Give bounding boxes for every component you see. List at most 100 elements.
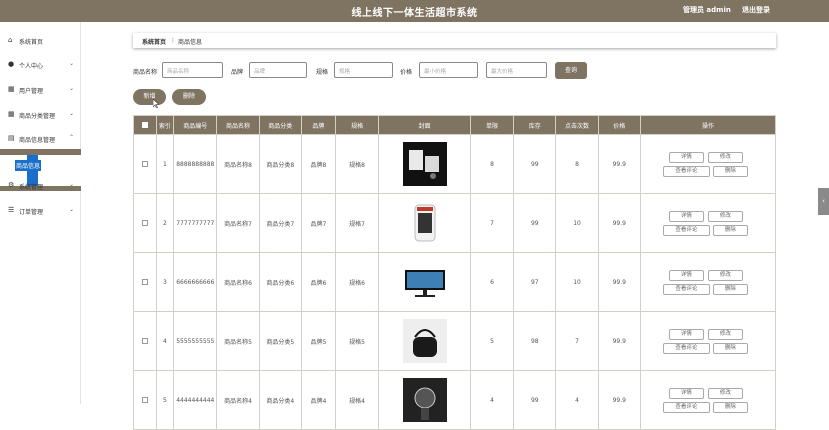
sidebar-item-profile[interactable]: ● 个人中心 ⌄ <box>0 53 81 75</box>
cell-code: 6666666666 <box>173 252 218 312</box>
sidebar-item-category[interactable]: ▦ 商品分类管理 ⌄ <box>0 103 81 125</box>
cell-price: 99.9 <box>597 134 641 194</box>
cell-ops: 详情 修改查看评论 删除 <box>639 252 777 312</box>
grid-icon: ▦ <box>8 110 15 118</box>
sidebar: ⌂ 系统首页 ● 个人中心 ⌄ ▦ 用户管理 ⌄ ▦ 商品分类管理 ⌄ ▤ 商品… <box>0 22 81 404</box>
sidebar-item-orders[interactable]: ☰ 订单管理 ⌄ <box>0 199 81 221</box>
cell-cover <box>378 370 471 430</box>
cell-cover <box>378 311 471 371</box>
max-price-input[interactable]: 最大价格 <box>486 62 547 78</box>
detail-button[interactable]: 详情 <box>668 388 704 399</box>
cell-stock: 99 <box>513 193 557 253</box>
cover-image <box>402 378 447 422</box>
select-all-checkbox[interactable] <box>133 115 157 135</box>
cell-category: 商品分类6 <box>258 252 302 312</box>
name-filter-label: 商品名称 <box>133 69 158 76</box>
review-button[interactable]: 查看评论 <box>662 166 710 177</box>
breadcrumb-separator: ⋮ <box>170 37 176 44</box>
search-button[interactable]: 查询 <box>555 62 587 79</box>
detail-button[interactable]: 详情 <box>668 329 704 340</box>
delete-button[interactable]: 删除 <box>712 284 748 295</box>
cell-cover <box>378 252 471 312</box>
sidebar-item-label: 系统首页 <box>19 39 44 46</box>
cell-stock: 98 <box>513 311 557 371</box>
grid-icon: ▦ <box>8 85 15 93</box>
sidebar-item-home[interactable]: ⌂ 系统首页 <box>0 29 81 51</box>
cell-clicks: 8 <box>555 134 599 194</box>
sidebar-item-system[interactable]: ⚙ 系统管理 ⌄ <box>0 174 81 196</box>
delete-button[interactable]: 删除 <box>712 343 748 354</box>
batch-delete-button[interactable]: 删除 <box>172 89 206 105</box>
doc-icon: ▤ <box>8 134 15 142</box>
cell-limit: 5 <box>469 311 515 371</box>
cell-category: 商品分类4 <box>258 370 302 430</box>
cell-limit: 8 <box>469 134 515 194</box>
chevron-down-icon: ⌄ <box>69 110 75 117</box>
cell-price: 99.9 <box>597 370 641 430</box>
delete-button[interactable]: 删除 <box>712 225 748 236</box>
chevron-down-icon: ⌄ <box>69 206 75 213</box>
sidebar-item-products[interactable]: ▤ 商品信息管理 ⌃ <box>0 127 81 149</box>
breadcrumb-current: 商品信息 <box>178 39 203 46</box>
review-button[interactable]: 查看评论 <box>662 225 710 236</box>
cell-price: 99.9 <box>597 311 641 371</box>
cell-name: 商品名称4 <box>216 370 260 430</box>
admin-label[interactable]: 管理员 admin <box>683 5 731 15</box>
spec-filter-input[interactable]: 规格 <box>334 62 393 78</box>
col-header: 库存 <box>513 115 557 135</box>
row-checkbox[interactable] <box>133 311 157 371</box>
row-checkbox[interactable] <box>133 134 157 194</box>
edit-button[interactable]: 修改 <box>707 388 743 399</box>
row-checkbox[interactable] <box>133 193 157 253</box>
edit-button[interactable]: 修改 <box>707 329 743 340</box>
chevron-up-icon: ⌃ <box>69 134 75 141</box>
add-button[interactable]: 新增 <box>133 89 166 105</box>
table-header-row: 索引 商品编号 商品名称 商品分类 品牌 规格 封面 单限 库存 点击次数 价格… <box>133 115 777 135</box>
review-button[interactable]: 查看评论 <box>662 343 710 354</box>
review-button[interactable]: 查看评论 <box>662 284 710 295</box>
cell-category: 商品分类7 <box>258 193 302 253</box>
min-price-input[interactable]: 最小价格 <box>419 62 478 78</box>
cell-spec: 规格6 <box>334 252 380 312</box>
cell-index: 3 <box>155 252 175 312</box>
side-drawer-toggle[interactable]: ‹ <box>818 188 829 215</box>
cell-ops: 详情 修改查看评论 删除 <box>639 311 777 371</box>
edit-button[interactable]: 修改 <box>707 270 743 281</box>
cover-image <box>402 142 447 186</box>
row-checkbox[interactable] <box>133 252 157 312</box>
detail-button[interactable]: 详情 <box>668 152 704 163</box>
detail-button[interactable]: 详情 <box>668 270 704 281</box>
cell-category: 商品分类8 <box>258 134 302 194</box>
spec-filter-label: 规格 <box>316 69 329 76</box>
row-checkbox[interactable] <box>133 370 157 430</box>
edit-button[interactable]: 修改 <box>707 152 743 163</box>
cell-price: 99.9 <box>597 252 641 312</box>
cell-limit: 7 <box>469 193 515 253</box>
cell-ops: 详情 修改 查看评论 删除 <box>639 370 777 430</box>
sidebar-subitem-label: 商品信息 <box>15 160 42 171</box>
cell-brand: 品牌7 <box>300 193 336 253</box>
cell-clicks: 10 <box>555 252 599 312</box>
cell-index: 2 <box>155 193 175 253</box>
col-header: 品牌 <box>300 115 336 135</box>
sidebar-item-users[interactable]: ▦ 用户管理 ⌄ <box>0 78 81 100</box>
edit-button[interactable]: 修改 <box>707 211 743 222</box>
mouse-cursor-icon <box>153 99 159 108</box>
logout-link[interactable]: 退出登录 <box>742 5 770 15</box>
cell-stock: 99 <box>513 370 557 430</box>
cell-brand: 品牌4 <box>300 370 336 430</box>
cell-spec: 规格8 <box>334 134 380 194</box>
cell-name: 商品名称7 <box>216 193 260 253</box>
cell-limit: 6 <box>469 252 515 312</box>
sidebar-item-label: 商品信息管理 <box>19 137 56 144</box>
name-filter-input[interactable]: 商品名称 <box>162 62 223 78</box>
cell-brand: 品牌6 <box>300 252 336 312</box>
col-header: 点击次数 <box>555 115 599 135</box>
cell-limit: 4 <box>469 370 515 430</box>
cell-clicks: 4 <box>555 370 599 430</box>
detail-button[interactable]: 详情 <box>668 211 704 222</box>
breadcrumb-home[interactable]: 系统首页 <box>142 37 166 46</box>
col-header: 单限 <box>469 115 515 135</box>
brand-filter-input[interactable]: 品牌 <box>249 62 307 78</box>
delete-button[interactable]: 删除 <box>712 166 748 177</box>
